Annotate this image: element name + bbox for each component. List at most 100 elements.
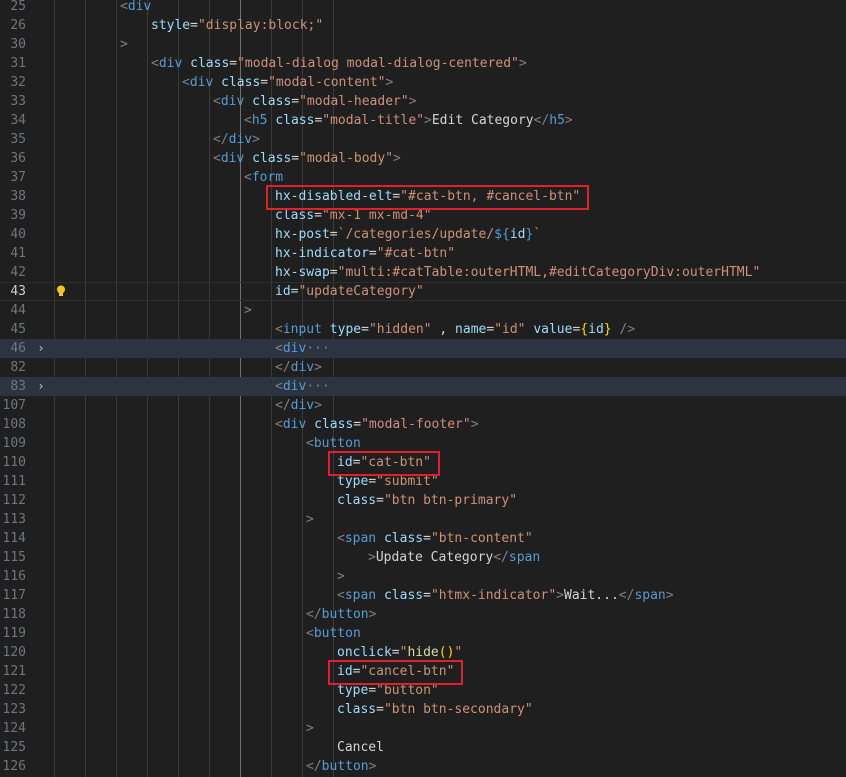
code-text: </button> [306,607,377,622]
code-text: class="btn btn-secondary" [337,702,533,717]
code-text: <div··· [275,379,330,394]
code-line[interactable]: 46 › <div··· [0,339,846,358]
code-text: <button [306,626,361,641]
line-number: 25 [10,0,26,14]
code-line[interactable]: 83 › <div··· [0,377,846,396]
line-number: 40 [10,227,26,242]
code-line[interactable]: 118 </button> [0,605,846,624]
code-text: > [306,721,314,736]
code-text: <div class="modal-header"> [213,94,417,109]
code-line[interactable]: 42 hx-swap="multi:#catTable:outerHTML,#ed… [0,263,846,282]
line-number: 117 [2,588,26,603]
line-number: 41 [10,246,26,261]
code-text: <h5 class="modal-title">Edit Category</h… [244,113,573,128]
code-line[interactable]: 114 <span class="btn-content" [0,529,846,548]
code-line[interactable]: 36 <div class="modal-body"> [0,149,846,168]
line-number: 31 [10,56,26,71]
line-number: 126 [2,759,26,774]
code-line[interactable]: 112 class="btn btn-primary" [0,491,846,510]
code-text: class="btn btn-primary" [337,493,518,508]
code-text: style="display:block;" [151,18,324,33]
line-number: 124 [2,721,26,736]
code-line[interactable]: 82 </div> [0,358,846,377]
line-number: 122 [2,683,26,698]
highlight-box [328,451,440,476]
line-number: 39 [10,208,26,223]
code-text: <span class="btn-content" [337,531,533,546]
line-number: 112 [2,493,26,508]
line-number: 35 [10,132,26,147]
code-line[interactable]: 45 <input type="hidden" , name="id" value… [0,320,846,339]
code-line[interactable]: 26 style="display:block;" [0,16,846,35]
code-text: Cancel [337,740,384,755]
line-number: 118 [2,607,26,622]
code-text: >Update Category</span [368,550,541,565]
line-number: 34 [10,113,26,128]
highlight-box [266,185,589,210]
code-text: <div class="modal-content"> [182,75,394,90]
line-number: 120 [2,645,26,660]
line-number: 83 [10,379,26,394]
code-line[interactable]: 34 <h5 class="modal-title">Edit Category<… [0,111,846,130]
code-line[interactable]: 126 </button> [0,757,846,776]
code-line[interactable]: 115 >Update Category</span [0,548,846,567]
code-text: </div> [213,132,260,147]
code-line[interactable]: 32 <div class="modal-content"> [0,73,846,92]
line-number: 45 [10,322,26,337]
code-line[interactable]: 117 <span class="htmx-indicator">Wait...<… [0,586,846,605]
line-number: 37 [10,170,26,185]
code-text: </div> [275,398,322,413]
code-text: id="updateCategory" [275,284,424,299]
code-editor[interactable]: 25 <div 26 style="display:block;" 30 >31 <div … [0,0,846,777]
code-line[interactable]: 25 <div [0,0,846,16]
line-number: 46 [10,341,26,356]
line-number: 107 [2,398,26,413]
code-line[interactable]: 31 <div class="modal-dialog modal-dialog-… [0,54,846,73]
code-text: <div··· [275,341,330,356]
code-line[interactable]: 43 id="updateCategory" [0,282,846,301]
line-number: 30 [10,37,26,52]
code-text: </button> [306,759,377,774]
line-number: 36 [10,151,26,166]
line-number: 114 [2,531,26,546]
code-line[interactable]: 123 class="btn btn-secondary" [0,700,846,719]
chevron-right-icon[interactable]: › [35,377,47,396]
code-line[interactable]: 33 <div class="modal-header"> [0,92,846,111]
code-text: <div class="modal-body"> [213,151,401,166]
line-number: 113 [2,512,26,527]
code-line[interactable]: 119 <button [0,624,846,643]
code-line[interactable]: 44 > [0,301,846,320]
code-line[interactable]: 108 <div class="modal-footer"> [0,415,846,434]
lightbulb-icon[interactable] [54,284,68,298]
line-number: 42 [10,265,26,280]
line-number: 110 [2,455,26,470]
code-text: > [337,569,345,584]
code-line[interactable]: 41 hx-indicator="#cat-btn" [0,244,846,263]
code-text: hx-indicator="#cat-btn" [275,246,456,261]
line-number: 111 [2,474,26,489]
code-text: </div> [275,360,322,375]
code-line[interactable]: 125 Cancel [0,738,846,757]
code-text: <div class="modal-dialog modal-dialog-ce… [151,56,527,71]
highlight-box [328,660,463,685]
code-text: hx-post=`/categories/update/${id}` [275,227,542,242]
line-number: 26 [10,18,26,33]
code-line[interactable]: 124 > [0,719,846,738]
code-line[interactable]: 116 > [0,567,846,586]
line-number: 38 [10,189,26,204]
code-line[interactable]: 35 </div> [0,130,846,149]
line-number: 123 [2,702,26,717]
code-text: > [244,303,252,318]
chevron-right-icon[interactable]: › [35,339,47,358]
code-text: > [306,512,314,527]
line-number: 43 [10,284,26,299]
code-text: hx-swap="multi:#catTable:outerHTML,#edit… [275,265,761,280]
line-number: 115 [2,550,26,565]
code-line[interactable]: 30 > [0,35,846,54]
line-number: 32 [10,75,26,90]
code-text: <div [120,0,152,14]
code-line[interactable]: 40 hx-post=`/categories/update/${id}` [0,225,846,244]
code-line[interactable]: 107 </div> [0,396,846,415]
line-number: 119 [2,626,26,641]
code-line[interactable]: 113 > [0,510,846,529]
